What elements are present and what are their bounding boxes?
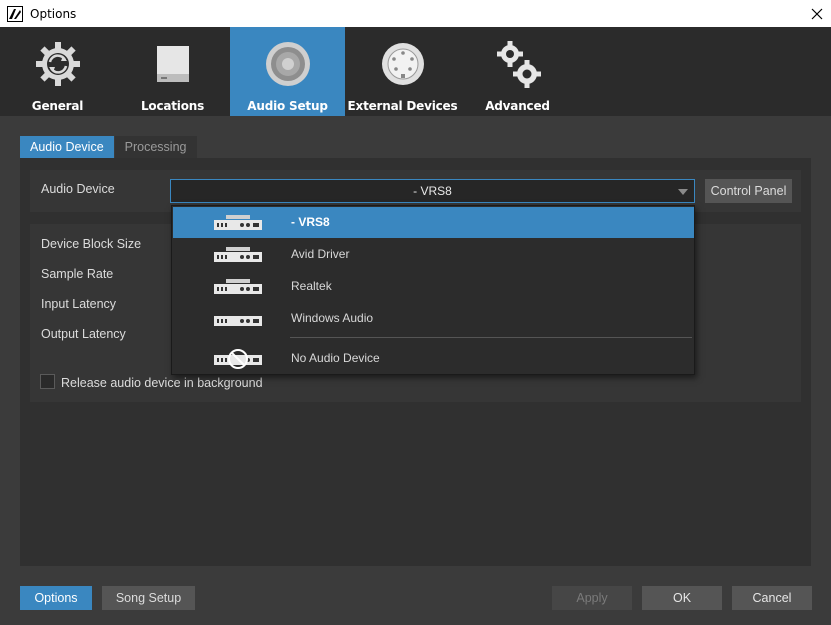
close-button[interactable] [803,0,831,27]
nav-advanced-label: Advanced [485,99,550,113]
nav-general-label: General [31,99,84,113]
tab-bar: Audio Device Processing [20,136,198,158]
apply-button[interactable]: Apply [552,586,632,610]
chevron-down-icon [678,189,688,195]
audio-interface-icon [214,279,262,294]
gears-icon [496,41,541,88]
no-audio-device-icon [214,349,262,369]
options-button[interactable]: Options [20,586,92,610]
audio-device-label: Audio Device [41,182,115,196]
close-icon [811,8,823,19]
app-icon [7,5,23,22]
nav-general[interactable]: General [0,27,115,116]
dropdown-item-windows-audio[interactable]: Windows Audio [173,303,694,334]
nav-external-devices-label: External Devices [347,99,458,113]
nav-advanced[interactable]: Advanced [460,27,575,116]
song-setup-button[interactable]: Song Setup [102,586,195,610]
output-latency-label: Output Latency [41,327,126,341]
audio-interface-icon [214,215,262,230]
nav-external-devices[interactable]: External Devices [345,27,460,116]
tab-audio-device[interactable]: Audio Device [20,136,114,158]
sample-rate-label: Sample Rate [41,267,114,281]
category-nav: General Locations Audio Setup External D… [0,27,831,116]
tab-processing[interactable]: Processing [114,136,197,158]
audio-device-select[interactable]: - VRS8 [170,179,695,203]
dropdown-separator [290,337,692,338]
dropdown-item-label: Realtek [291,279,332,293]
dropdown-item-no-audio-device[interactable]: No Audio Device [173,343,694,374]
dropdown-item-label: - VRS8 [291,215,330,229]
control-panel-button[interactable]: Control Panel [705,179,792,203]
cancel-button[interactable]: Cancel [732,586,812,610]
dropdown-item-label: No Audio Device [291,351,380,365]
dropdown-item-label: Windows Audio [291,311,374,325]
gear-sync-icon [35,42,80,86]
audio-interface-icon [214,316,262,326]
input-latency-label: Input Latency [41,297,117,311]
block-size-label: Device Block Size [41,237,142,251]
audio-interface-icon [214,247,262,262]
window-title: Options [30,6,77,21]
dropdown-item-label: Avid Driver [291,247,350,261]
nav-audio-setup-label: Audio Setup [247,99,328,113]
speaker-icon [265,42,310,86]
dropdown-item-avid-driver[interactable]: Avid Driver [173,239,694,270]
nav-audio-setup[interactable]: Audio Setup [230,27,345,116]
nav-locations-label: Locations [140,99,205,113]
nav-locations[interactable]: Locations [115,27,230,116]
midi-port-icon [381,43,424,85]
dropdown-item-realtek[interactable]: Realtek [173,271,694,302]
release-device-label: Release audio device in background [61,376,263,390]
drive-icon [156,46,189,82]
ok-button[interactable]: OK [642,586,722,610]
dropdown-item-vrs8[interactable]: - VRS8 [173,207,694,238]
release-device-checkbox[interactable] [40,374,55,389]
audio-device-select-value: - VRS8 [413,184,452,198]
title-bar: Options [0,0,831,27]
audio-device-dropdown: - VRS8 Avid Driver Realtek Windows Audio [171,205,695,375]
